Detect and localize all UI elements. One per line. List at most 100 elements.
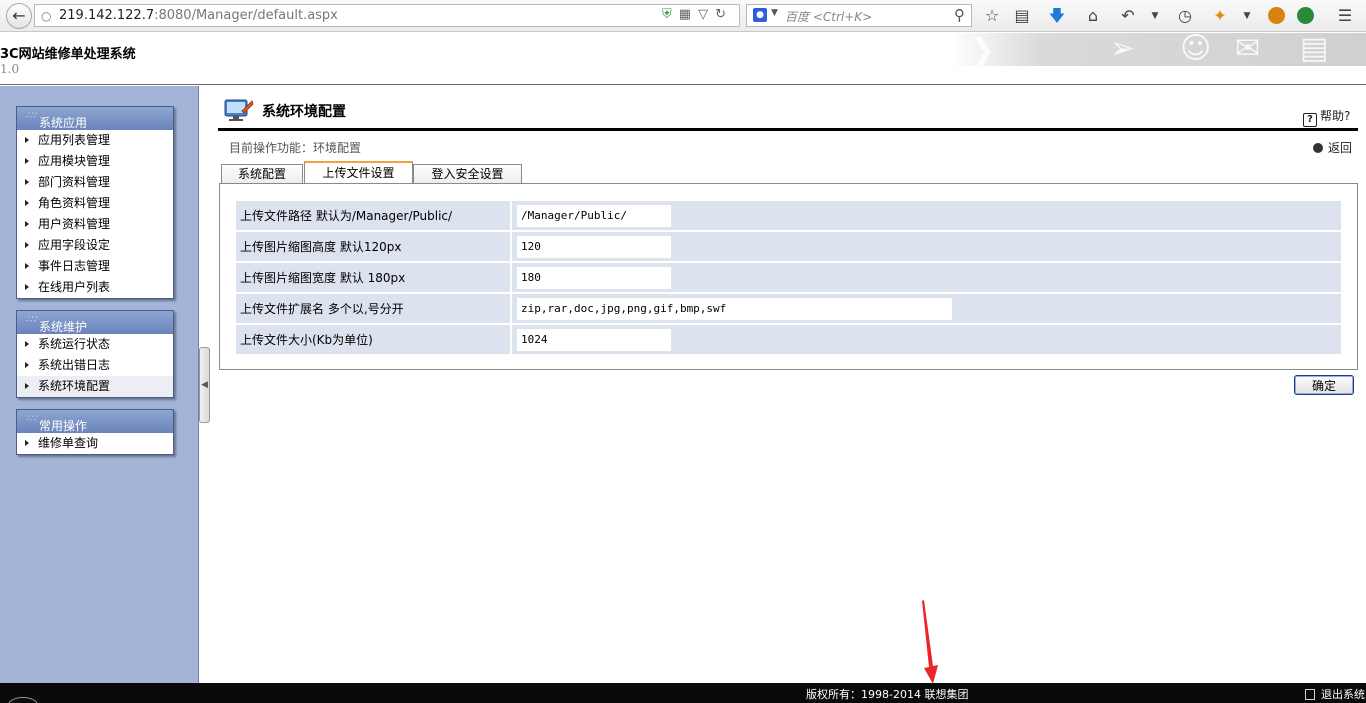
help-link[interactable]: ? 帮助? xyxy=(1303,107,1350,127)
reload-icon[interactable]: ↻ xyxy=(715,7,733,22)
search-input[interactable]: 百度 <Ctrl+K> xyxy=(785,8,872,25)
thumb-width-input[interactable] xyxy=(517,266,671,289)
logout-link[interactable]: 退出系统 xyxy=(1305,686,1365,702)
sidebar-panel-common: ∴∵ 常用操作 维修单查询 xyxy=(16,409,174,455)
sidebar-item-roles[interactable]: 角色资料管理 xyxy=(17,193,173,214)
page-title: 系统环境配置 xyxy=(262,104,346,120)
security-addon-icon[interactable] xyxy=(1297,7,1314,24)
address-bar[interactable]: ○ 219.142.122.7:8080/Manager/default.asp… xyxy=(34,4,740,27)
copyright-text: 版权所有：1998-2014 联想集团 xyxy=(806,688,969,701)
breadcrumb: 目前操作功能：环境配置 xyxy=(229,141,362,155)
sidebar-panel-maintenance: ∴∵ 系统维护 系统运行状态 系统出错日志 系统环境配置 xyxy=(16,310,174,398)
menu-hamburger-icon[interactable]: ☰ xyxy=(1334,5,1356,27)
grip-dots-icon: ∴∵ xyxy=(26,414,38,424)
form-value-cell xyxy=(512,232,1341,261)
sidebar-item-app-fields[interactable]: 应用字段设定 xyxy=(17,235,173,256)
qr-code-icon[interactable]: ▦ xyxy=(679,7,698,22)
app-title: 3C网站维修单处理系统 xyxy=(0,47,136,62)
sidebar-item-departments[interactable]: 部门资料管理 xyxy=(17,172,173,193)
sidebar-item-repair-query[interactable]: 维修单查询 xyxy=(17,433,173,454)
file-size-input[interactable] xyxy=(517,328,671,351)
reading-list-icon[interactable]: ▤ xyxy=(1011,5,1033,27)
thumb-height-input[interactable] xyxy=(517,235,671,258)
globe-icon: ○ xyxy=(41,9,52,23)
firefox-account-icon[interactable] xyxy=(1268,7,1285,24)
panel-header[interactable]: ∴∵ 常用操作 xyxy=(17,410,173,433)
form-row-extensions: 上传文件扩展名 多个以,号分开 xyxy=(236,294,1341,323)
back-label: 返回 xyxy=(1328,141,1353,155)
form-value-cell xyxy=(512,294,1341,323)
sidebar-panel-app: ∴∵ 系统应用 应用列表管理 应用模块管理 部门资料管理 角色资料管理 用户资料管… xyxy=(16,106,174,299)
panel-title: 系统维护 xyxy=(39,320,88,334)
url-path: :8080/Manager/default.aspx xyxy=(154,8,338,23)
title-divider xyxy=(218,128,1358,131)
banner-people-icon: ☺ xyxy=(1180,33,1212,66)
tab-system-config[interactable]: 系统配置 xyxy=(221,164,303,184)
sidebar: ∴∵ 系统应用 应用列表管理 应用模块管理 部门资料管理 角色资料管理 用户资料管… xyxy=(0,86,199,683)
search-box[interactable]: ● ▼ 百度 <Ctrl+K> ⚲ xyxy=(746,4,972,27)
sidebar-item-app-modules[interactable]: 应用模块管理 xyxy=(17,151,173,172)
banner-cursor-icon: ➢ xyxy=(1110,33,1136,66)
upload-path-input[interactable] xyxy=(517,204,671,227)
back-link[interactable]: 返回 xyxy=(1313,139,1352,156)
extensions-input[interactable] xyxy=(517,297,952,320)
form-value-cell xyxy=(512,263,1341,292)
url-text[interactable]: 219.142.122.7:8080/Manager/default.aspx xyxy=(59,8,338,23)
logout-label: 退出系统 xyxy=(1321,688,1365,701)
grip-dots-icon: ∴∵ xyxy=(26,315,38,325)
app-version: 1.0 xyxy=(0,62,20,76)
shield-icon[interactable]: ⛨ xyxy=(662,7,679,22)
undo-icon[interactable]: ↶ xyxy=(1117,5,1139,27)
form-value-cell xyxy=(512,325,1341,354)
panel-title: 常用操作 xyxy=(39,419,88,433)
annotation-arrow-icon xyxy=(922,600,938,684)
sidebar-item-users[interactable]: 用户资料管理 xyxy=(17,214,173,235)
home-icon[interactable]: ⌂ xyxy=(1082,5,1104,27)
history-clock-icon[interactable]: ◷ xyxy=(1174,5,1196,27)
bookmark-star-icon[interactable]: ☆ xyxy=(981,5,1003,27)
panel-header[interactable]: ∴∵ 系统应用 xyxy=(17,107,173,130)
panel-header[interactable]: ∴∵ 系统维护 xyxy=(17,311,173,334)
header-banner-decoration: ❯ ➢ ☺ ✉ ▤ xyxy=(950,33,1366,66)
help-icon: ? xyxy=(1303,113,1317,127)
form-row-thumb-width: 上传图片缩图宽度 默认 180px xyxy=(236,263,1341,292)
file-size-label: 上传文件大小(Kb为单位) xyxy=(236,325,512,354)
tab-upload-settings[interactable]: 上传文件设置 xyxy=(304,161,413,184)
search-icon[interactable]: ⚲ xyxy=(954,6,965,24)
confirm-button[interactable]: 确定 xyxy=(1294,375,1354,395)
chevron-down-icon[interactable]: ▼ xyxy=(771,8,778,18)
sidebar-item-online-users[interactable]: 在线用户列表 xyxy=(17,277,173,298)
banner-swoosh-icon: ❯ xyxy=(970,33,996,66)
browser-toolbar: ← ○ 219.142.122.7:8080/Manager/default.a… xyxy=(0,0,1366,32)
sidebar-item-error-log[interactable]: 系统出错日志 xyxy=(17,355,173,376)
app-header: 3C网站维修单处理系统 1.0 ❯ ➢ ☺ ✉ ▤ xyxy=(0,33,1366,85)
banner-document-icon: ▤ xyxy=(1300,33,1329,66)
sidebar-item-system-status[interactable]: 系统运行状态 xyxy=(17,334,173,355)
browser-back-button[interactable]: ← xyxy=(6,3,32,29)
dropdown-arrow-icon[interactable]: ▽ xyxy=(698,7,715,22)
logout-icon xyxy=(1305,689,1315,700)
form-row-thumb-height: 上传图片缩图高度 默认120px xyxy=(236,232,1341,261)
thumb-height-label: 上传图片缩图高度 默认120px xyxy=(236,232,512,261)
footer-bar: 版权所有：1998-2014 联想集团 退出系统 xyxy=(0,683,1366,703)
sidebar-collapse-handle[interactable]: ◀ xyxy=(199,347,210,423)
footer-logo-icon xyxy=(8,697,38,703)
baidu-paw-icon[interactable]: ● xyxy=(753,8,767,22)
tab-login-security[interactable]: 登入安全设置 xyxy=(413,164,522,184)
grip-dots-icon: ∴∵ xyxy=(26,111,38,121)
upload-settings-panel: 上传文件路径 默认为/Manager/Public/ 上传图片缩图高度 默认12… xyxy=(219,183,1358,370)
banner-envelope-icon: ✉ xyxy=(1235,33,1261,66)
sidebar-item-event-log[interactable]: 事件日志管理 xyxy=(17,256,173,277)
chevron-down-icon[interactable]: ▼ xyxy=(1241,5,1253,27)
form-row-file-size: 上传文件大小(Kb为单位) xyxy=(236,325,1341,354)
upload-path-label: 上传文件路径 默认为/Manager/Public/ xyxy=(236,201,512,230)
form-value-cell xyxy=(512,201,1341,230)
panel-title: 系统应用 xyxy=(39,116,88,130)
extension-icon[interactable]: ✦ xyxy=(1209,5,1231,27)
help-label: 帮助? xyxy=(1320,109,1351,123)
sidebar-item-app-list[interactable]: 应用列表管理 xyxy=(17,130,173,151)
download-icon[interactable]: 🡇 xyxy=(1046,5,1068,27)
url-host: 219.142.122.7 xyxy=(59,8,155,23)
chevron-down-icon[interactable]: ▼ xyxy=(1149,5,1161,27)
sidebar-item-env-config[interactable]: 系统环境配置 xyxy=(17,376,173,397)
